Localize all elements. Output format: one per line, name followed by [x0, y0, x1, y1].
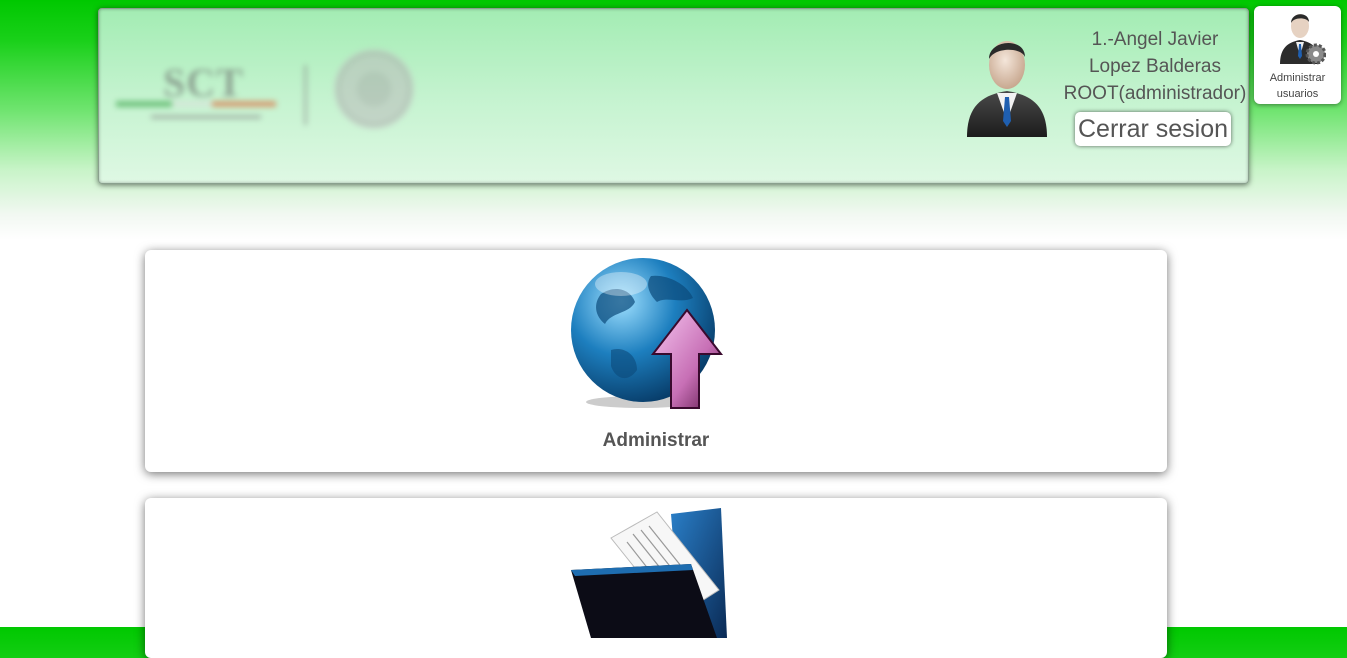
administrar-card[interactable]: Administrar	[145, 250, 1167, 472]
administrar-label: Administrar	[602, 430, 710, 451]
user-name-line1: 1.-Angel Javier	[1091, 29, 1219, 50]
user-name-line2: Lopez Balderas	[1088, 56, 1222, 77]
logout-button[interactable]: Cerrar sesion	[1075, 112, 1232, 146]
user-info: 1.-Angel Javier Lopez Balderas ROOT(admi…	[1055, 26, 1255, 107]
header-panel: SCT 1.-Angel Javier Lopez Balderas ROOT(…	[98, 8, 1249, 184]
user-settings-icon	[1280, 14, 1326, 65]
admin-users-button[interactable]: Administrar usuarios	[1254, 6, 1341, 104]
user-role: ROOT(administrador)	[1063, 83, 1247, 104]
folder-documents-icon	[571, 508, 727, 638]
globe-upload-icon	[571, 258, 724, 409]
admin-users-label: Administrar usuarios	[1269, 72, 1326, 100]
documents-card[interactable]	[145, 498, 1167, 658]
sct-logo: SCT	[111, 49, 414, 139]
sct-logo-text: SCT	[163, 60, 244, 105]
user-avatar-icon	[967, 41, 1047, 137]
seal-icon	[334, 49, 414, 129]
